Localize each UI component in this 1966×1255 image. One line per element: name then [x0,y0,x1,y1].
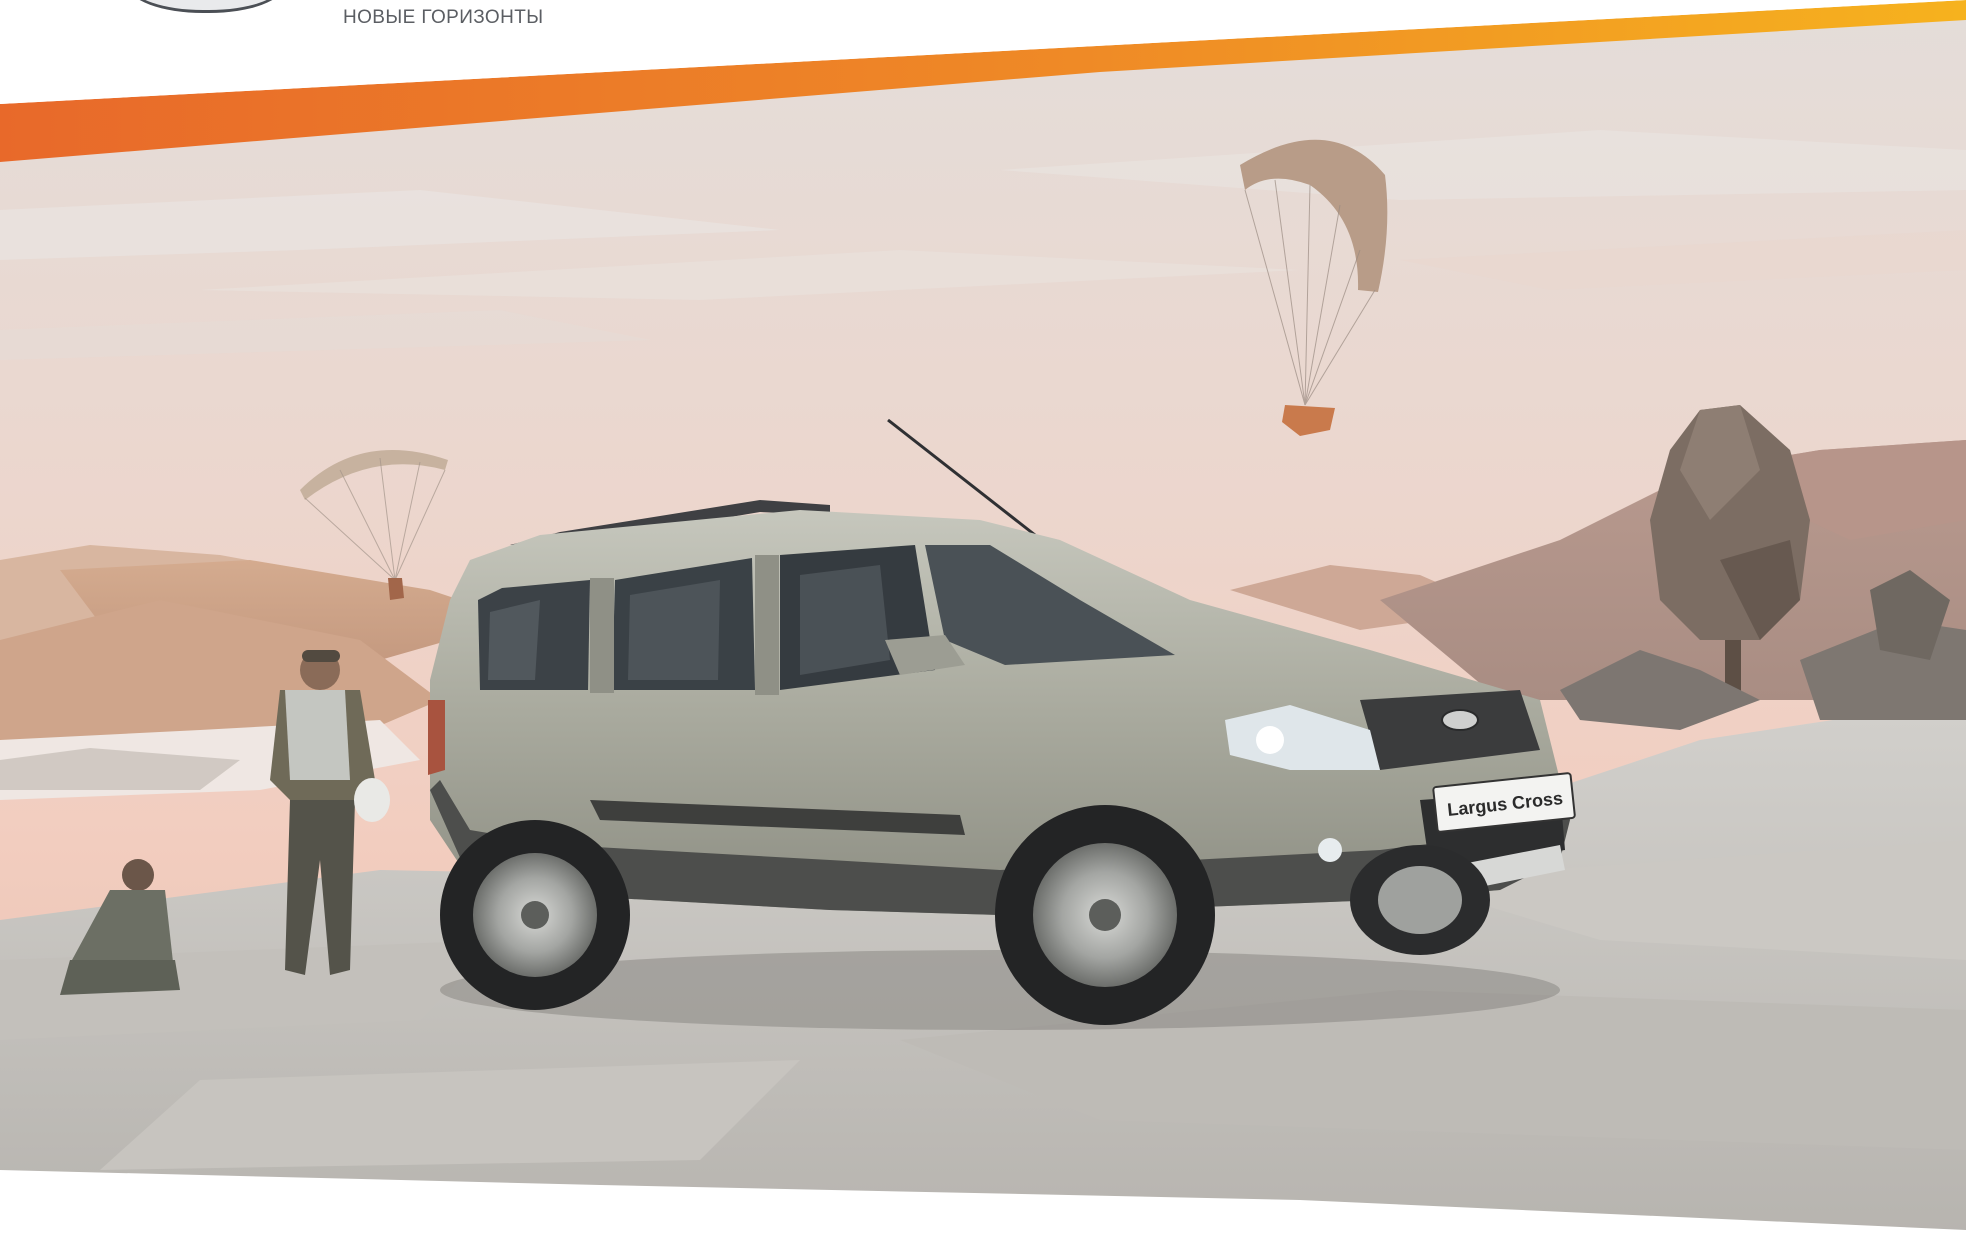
model-badge: Largus Cross [1446,788,1564,820]
front-wheel-far [1350,845,1490,955]
brand-tagline: НОВЫЕ ГОРИЗОНТЫ [343,7,544,28]
advertising-scene [0,0,1966,1255]
model-badge-text: Largus Cross [1446,788,1564,820]
brochure-page: НОВЫЕ ГОРИЗОНТЫ Largus Cross [0,0,1966,1255]
front-wheel [995,805,1215,1025]
rear-wheel [440,820,630,1010]
